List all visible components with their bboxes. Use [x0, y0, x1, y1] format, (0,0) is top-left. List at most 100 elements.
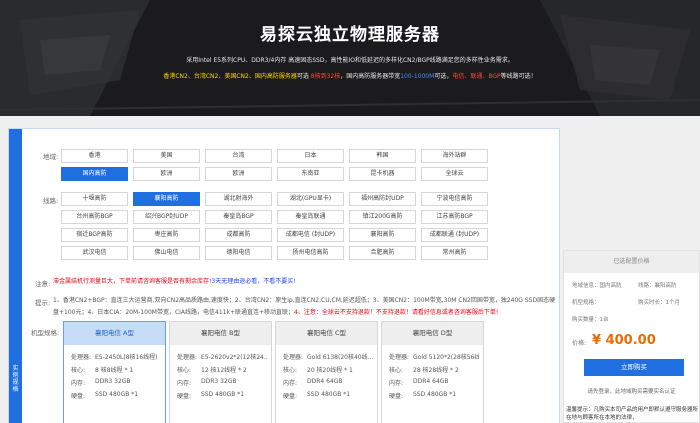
price-panel: 已选配置价格 地域信息：国内高防 线路：襄阳高防 机型规格： 购买时长：1个月 … — [563, 250, 700, 423]
region-option[interactable]: 全球云 — [421, 167, 488, 181]
spec-key: 硬盘: — [389, 393, 404, 400]
server-model-card[interactable]: 襄阳电信 D型 处理器: Gold 5120*2(28核56线... 核心: 28 核2… — [381, 321, 484, 423]
spec-value: SSD 480GB *1 — [95, 391, 139, 398]
spec-value: E5-2450L(8核16线程) — [95, 354, 158, 361]
server-model-name: 襄阳电信 C型 — [276, 322, 377, 345]
line-option[interactable]: 德阳电信 — [205, 246, 272, 260]
spec-row-disk: 硬盘: SSD 480GB *1 — [177, 391, 267, 400]
spec-row-ram: 内存: DDR4 64GB — [389, 378, 479, 387]
line-option[interactable]: 湖北(GPU显卡) — [277, 192, 344, 206]
spec-key: 处理器: — [283, 354, 304, 361]
price-value: ¥ 400.00 — [592, 333, 656, 348]
notice-stock-warning: 滞金属结机行测量巨大，下单前请咨询客服是否有剩余库存! — [53, 278, 212, 285]
spec-row-ram: 内存: DDR3 32GB — [71, 378, 161, 387]
spec-key: 硬盘: — [71, 393, 86, 400]
region-option[interactable]: 昆卡机器 — [349, 167, 416, 181]
line-option[interactable]: 襄阳高防 — [133, 192, 200, 206]
line-option[interactable]: 宁波电信高防 — [421, 192, 488, 206]
spec-value: DDR4 64GB — [307, 378, 343, 385]
banner-highlight-segment: 国内高防服务器 — [254, 73, 297, 80]
region-label: 地域: — [43, 153, 59, 161]
spec-value: SSD 480GB *1 — [201, 391, 245, 398]
line-label: 线路: — [43, 197, 59, 205]
summary-quantity: 购买数量：1台 — [572, 317, 609, 323]
banner-highlight-segment: 等线路可选！ — [500, 73, 537, 80]
banner-highlight-segment: 可选 — [296, 73, 311, 80]
line-option[interactable]: 成都联通 (封UDP) — [421, 228, 488, 242]
banner-description: 采用Intel E5系列CPU、DDR3/4内存 高速固态SSD，高性能IO和低… — [186, 57, 514, 64]
line-option[interactable]: 秦皇岛BGP — [205, 210, 272, 224]
line-option[interactable]: 佛山电信 — [133, 246, 200, 260]
model-label: 机型规格: — [31, 329, 60, 337]
line-option[interactable]: 合肥高防 — [349, 246, 416, 260]
region-option[interactable]: 韩国 — [349, 149, 416, 163]
line-option[interactable]: 台州高防BGP — [61, 210, 128, 224]
server-model-card[interactable]: 襄阳电信 A型 处理器: E5-2450L(8核16线程) 核心: 8 核8线程 * 1… — [63, 321, 166, 423]
hero-banner: 易探云独立物理服务器 采用Intel E5系列CPU、DDR3/4内存 高速固态… — [0, 0, 700, 116]
region-option[interactable]: 欧洲 — [133, 167, 200, 181]
spec-row-cpu: 处理器: Gold 5120*2(28核56线... — [389, 352, 479, 361]
region-option[interactable]: 日本 — [277, 149, 344, 163]
spec-row-disk: 硬盘: SSD 480GB *1 — [71, 391, 161, 400]
line-option[interactable]: 秦皇岛联通 — [277, 210, 344, 224]
region-option[interactable]: 海外站群 — [421, 149, 488, 163]
spec-value: Gold 6138(20核40线... — [307, 354, 373, 361]
line-option[interactable]: 武汉电信 — [61, 246, 128, 260]
region-option[interactable]: 国内高防 — [61, 167, 128, 181]
region-option[interactable]: 美国 — [133, 149, 200, 163]
server-model-card[interactable]: 襄阳电信 C型处理器: Gold 6138(20核40线... 核心: 20 核20线… — [275, 321, 378, 423]
line-option[interactable]: 扬州电信高防 — [277, 246, 344, 260]
spec-value: 20 核20线程 * 1 — [307, 367, 353, 374]
banner-highlight-segment: 电信、 — [452, 73, 471, 80]
line-option[interactable]: 宿迁BGP高防 — [61, 228, 128, 242]
region-option[interactable]: 香港 — [61, 149, 128, 163]
buy-now-button[interactable]: 立即购买 — [584, 359, 684, 376]
spec-row-cpu: 处理器: E5-2450L(8核16线程) — [71, 352, 161, 361]
line-option[interactable]: 江苏高防BGP — [421, 210, 488, 224]
line-option[interactable]: 福州高防封UDP — [349, 192, 416, 206]
region-option[interactable]: 台湾 — [205, 149, 272, 163]
side-tab: 实例规格 — [9, 129, 22, 423]
spec-row-disk: 硬盘: SSD 480GB *1 — [283, 391, 373, 400]
spec-value: SSD 480GB *1 — [413, 391, 457, 398]
line-option[interactable]: 枣庄高防 — [133, 228, 200, 242]
banner-title: 易探云独立物理服务器 — [260, 25, 440, 45]
tips-line-2: 盘+100元；4、日本CIA：20M-100M带宽，CIA线路，电信411k+联… — [53, 309, 498, 317]
banner-highlight-segment: 可选， — [434, 73, 453, 80]
server-model-card[interactable]: 襄阳电信 B型 处理器: E5-2620v2*2(12核24... 核心: 12 核12… — [169, 321, 272, 423]
spec-row-cores: 核心: 28 核28线程 * 2 — [389, 365, 479, 374]
line-option[interactable]: 湖北射海外 — [205, 192, 272, 206]
line-option[interactable]: 绍兴BGP封UDP — [133, 210, 200, 224]
banner-highlight-segment: 联通、 — [470, 73, 489, 80]
summary-line: 线路：襄阳高防 — [638, 283, 677, 289]
spec-key: 内存: — [177, 380, 192, 387]
banner-highlight-segment: 8核到32核 — [310, 73, 341, 80]
server-model-name: 襄阳电信 A型 — [64, 322, 165, 345]
banner-highlights: 香港CN2、台湾CN2、美国CN2、国内高防服务器可选 8核到32核，国内高防服… — [0, 71, 700, 80]
region-option[interactable]: 东南亚 — [277, 167, 344, 181]
server-model-name: 襄阳电信 B型 — [170, 322, 271, 345]
banner-highlight-segment: 台湾CN2、 — [193, 73, 225, 80]
region-option[interactable]: 欧洲 — [205, 167, 272, 181]
login-tip: 请先登录，此地域购买需要实名认证 — [587, 389, 676, 395]
line-option[interactable]: 镇江200G高防 — [349, 210, 416, 224]
price-panel-title: 已选配置价格 — [564, 251, 699, 273]
price-label: 价格: — [572, 340, 587, 347]
tips-line-2-info: 盘+100元；4、日本CIA：20M-100M带宽，CIA线路，电信411k+联… — [53, 309, 295, 316]
summary-duration: 购买时长：1个月 — [638, 300, 680, 306]
line-option[interactable]: 常州高防 — [421, 246, 488, 260]
line-option[interactable]: 十堰高防 — [61, 192, 128, 206]
side-tab-label: 实例规格 — [12, 365, 19, 393]
spec-key: 硬盘: — [283, 393, 298, 400]
banner-highlight-segment: ，国内高防服务器带宽 — [340, 73, 401, 80]
line-option[interactable]: 成都高防 — [205, 228, 272, 242]
spec-key: 核心: — [389, 367, 404, 374]
spec-row-cpu: 处理器: Gold 6138(20核40线... — [283, 352, 373, 361]
spec-key: 处理器: — [177, 354, 198, 361]
spec-key: 内存: — [389, 380, 404, 387]
spec-value: 12 核12线程 * 2 — [201, 367, 247, 374]
spec-key: 核心: — [283, 367, 298, 374]
line-option[interactable]: 襄阳高防 — [349, 228, 416, 242]
spec-key: 处理器: — [71, 354, 92, 361]
line-option[interactable]: 成都电信 (封UDP) — [277, 228, 344, 242]
